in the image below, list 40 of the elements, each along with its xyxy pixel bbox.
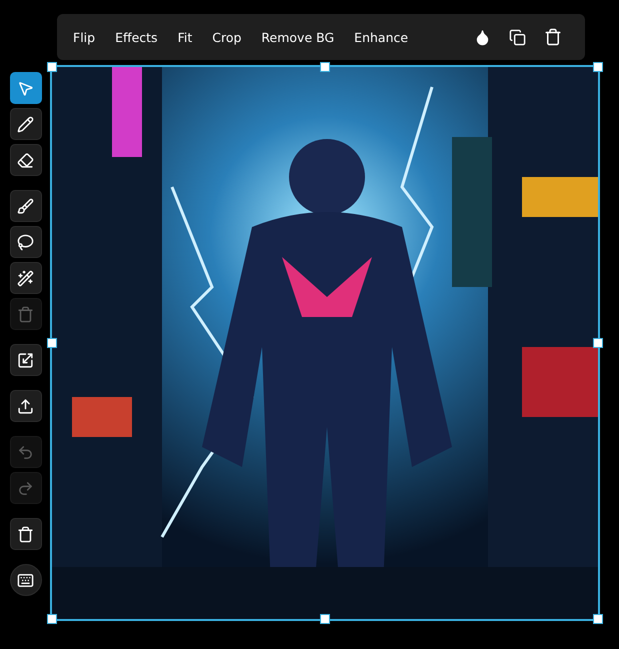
copy-icon — [509, 28, 526, 46]
resize-tool-button[interactable] — [10, 344, 42, 376]
keyboard-tool-button[interactable] — [10, 564, 42, 596]
upload-icon — [17, 398, 34, 414]
toolbar-button[interactable]: Crop — [202, 24, 252, 50]
resize-handle[interactable] — [47, 614, 57, 624]
undo-icon — [17, 444, 34, 460]
redo-icon — [17, 480, 34, 496]
magic-wand-icon — [17, 270, 34, 286]
resize-handle[interactable] — [593, 614, 603, 624]
resize-handle[interactable] — [320, 62, 330, 72]
resize-handle[interactable] — [320, 614, 330, 624]
trash-icon — [544, 28, 562, 46]
resize-handle[interactable] — [593, 62, 603, 72]
toolbar-button[interactable]: Enhance — [344, 24, 418, 50]
pencil-tool-button[interactable] — [10, 108, 42, 140]
pencil-icon — [17, 116, 34, 132]
eraser-icon — [17, 152, 34, 168]
lasso-icon — [17, 234, 34, 250]
trash-icon — [17, 526, 34, 542]
brush-icon — [17, 198, 34, 214]
toolbar-button[interactable]: Fit — [168, 24, 202, 50]
toolbar-button[interactable]: Flip — [63, 24, 106, 50]
resize-icon — [17, 352, 34, 368]
resize-handle[interactable] — [47, 62, 57, 72]
resize-handle[interactable] — [593, 338, 603, 348]
toolbar-button[interactable]: Remove BG — [251, 24, 344, 50]
pointer-icon — [17, 80, 34, 96]
upload-tool-button[interactable] — [10, 390, 42, 422]
pointer-tool-button[interactable] — [10, 72, 42, 104]
toolbar-button[interactable]: Effects — [105, 24, 168, 50]
droplet-icon — [474, 28, 491, 46]
eraser-tool-button[interactable] — [10, 144, 42, 176]
trash-icon — [17, 306, 34, 322]
trash-tool-button[interactable] — [10, 518, 42, 550]
lasso-tool-button[interactable] — [10, 226, 42, 258]
magic-wand-tool-button[interactable] — [10, 262, 42, 294]
resize-handle[interactable] — [47, 338, 57, 348]
brush-tool-button[interactable] — [10, 190, 42, 222]
keyboard-icon — [17, 572, 34, 588]
